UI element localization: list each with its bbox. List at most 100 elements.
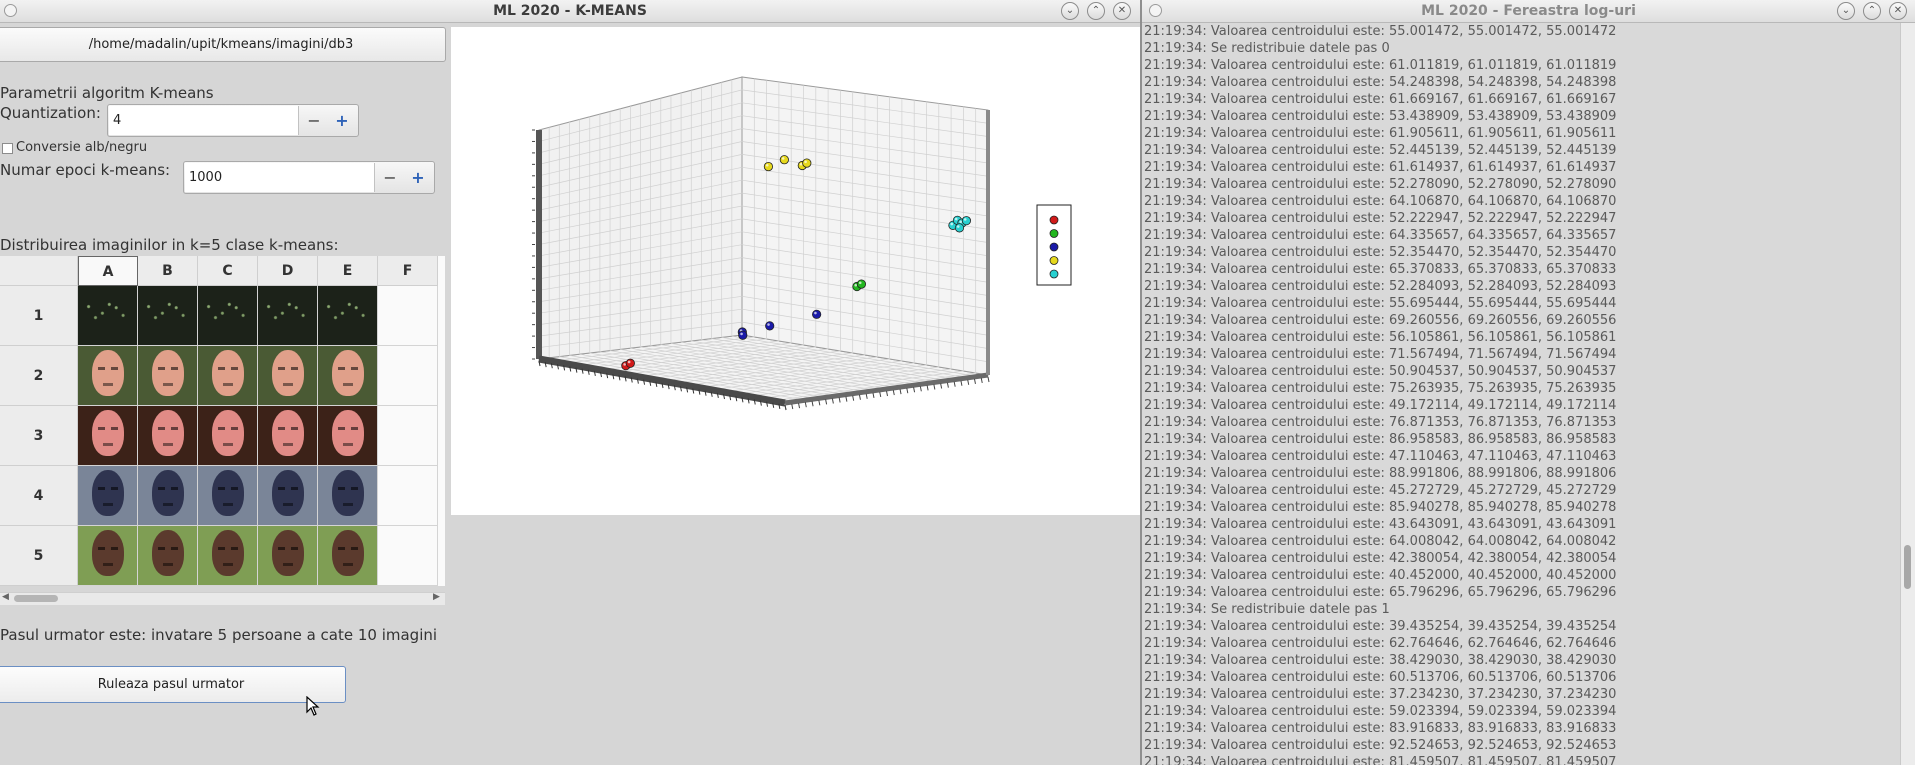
row-header-5[interactable]: 5: [0, 526, 78, 586]
table-cell[interactable]: [198, 466, 258, 526]
scroll-left-icon[interactable]: ◀: [2, 592, 9, 602]
log-vertical-scrollbar[interactable]: [1900, 23, 1915, 765]
maximize-icon[interactable]: ⌃: [1863, 2, 1881, 20]
table-cell[interactable]: [138, 286, 198, 346]
scrollbar-thumb[interactable]: [1904, 545, 1911, 589]
column-header-c[interactable]: C: [198, 256, 258, 286]
table-cell[interactable]: [318, 406, 378, 466]
cluster-image-thumbnail: [152, 530, 184, 576]
table-cell[interactable]: [258, 526, 318, 586]
table-cell[interactable]: [318, 286, 378, 346]
plus-icon[interactable]: +: [404, 162, 432, 193]
epochs-stepper[interactable]: 1000 − +: [183, 161, 435, 194]
table-cell[interactable]: [198, 526, 258, 586]
table-cell[interactable]: [78, 466, 138, 526]
axis-tick: [906, 388, 909, 394]
table-cell[interactable]: [378, 526, 438, 586]
log-line: 21:19:34: Valoarea centroidului este: 55…: [1144, 24, 1617, 39]
table-cell[interactable]: [318, 526, 378, 586]
table-cell[interactable]: [258, 406, 318, 466]
scrollbar-thumb[interactable]: [14, 595, 58, 602]
cluster-image-thumbnail: [212, 470, 244, 516]
table-cell[interactable]: [258, 346, 318, 406]
cluster-image-thumbnail: [272, 530, 304, 576]
path-button[interactable]: /home/madalin/upit/kmeans/imagini/db3: [0, 27, 446, 62]
data-point: [765, 321, 775, 331]
data-point: [802, 158, 812, 168]
column-header-b[interactable]: B: [138, 256, 198, 286]
scroll-right-icon[interactable]: ▶: [433, 592, 440, 602]
log-window: ML 2020 - Fereastra log-uri ⌄ ⌃ ✕ 21:19:…: [1142, 0, 1915, 765]
table-cell[interactable]: [198, 286, 258, 346]
column-header-e[interactable]: E: [318, 256, 378, 286]
cluster-image-thumbnail: [92, 470, 124, 516]
table-cell[interactable]: [258, 286, 318, 346]
row-header-4[interactable]: 4: [0, 466, 78, 526]
close-icon[interactable]: ✕: [1113, 2, 1131, 20]
axis-tick: [913, 387, 916, 393]
data-point-highlight: [954, 217, 958, 221]
data-point-highlight: [814, 311, 817, 315]
table-cell[interactable]: [258, 466, 318, 526]
table-cell[interactable]: [378, 406, 438, 466]
table-horizontal-scrollbar[interactable]: ◀ ▶: [0, 592, 445, 605]
axis-tick: [933, 384, 936, 390]
data-point-highlight: [959, 220, 963, 224]
table-cell[interactable]: [378, 286, 438, 346]
table-cell[interactable]: [318, 466, 378, 526]
column-header-f[interactable]: F: [378, 256, 438, 286]
log-line: 21:19:34: Valoarea centroidului este: 64…: [1144, 228, 1617, 243]
minimize-icon[interactable]: ⌄: [1837, 2, 1855, 20]
axis-tick: [967, 379, 970, 385]
table-cell[interactable]: [198, 406, 258, 466]
axis-tick: [804, 402, 807, 408]
quantization-input[interactable]: 4: [109, 106, 299, 135]
data-point: [763, 161, 774, 172]
close-icon[interactable]: ✕: [1889, 2, 1907, 20]
data-point-highlight: [767, 323, 770, 326]
maximize-icon[interactable]: ⌃: [1087, 2, 1105, 20]
plus-icon[interactable]: +: [328, 105, 356, 136]
column-header-a[interactable]: A: [78, 256, 138, 286]
table-cell[interactable]: [78, 406, 138, 466]
epochs-input[interactable]: 1000: [185, 163, 375, 192]
table-cell[interactable]: [318, 346, 378, 406]
right-titlebar[interactable]: ML 2020 - Fereastra log-uri ⌄ ⌃ ✕: [1142, 0, 1915, 23]
log-line: 21:19:34: Valoarea centroidului este: 42…: [1144, 551, 1617, 566]
row-header-2[interactable]: 2: [0, 346, 78, 406]
distribution-table[interactable]: ABCDEF 12345: [0, 256, 445, 586]
cluster-image-thumbnail: [212, 530, 244, 576]
table-cell[interactable]: [378, 466, 438, 526]
log-line: 21:19:34: Valoarea centroidului este: 61…: [1144, 126, 1617, 141]
table-cell[interactable]: [78, 286, 138, 346]
minus-icon[interactable]: −: [376, 162, 404, 193]
table-cell[interactable]: [378, 346, 438, 406]
axis-tick: [926, 385, 929, 391]
table-cell[interactable]: [78, 346, 138, 406]
table-cell[interactable]: [78, 526, 138, 586]
log-line: 21:19:34: Valoarea centroidului este: 75…: [1144, 381, 1617, 396]
table-cell[interactable]: [138, 526, 198, 586]
axis-tick: [852, 395, 855, 401]
axis-tick: [791, 403, 794, 410]
bw-checkbox[interactable]: [2, 143, 13, 154]
log-line: 21:19:34: Valoarea centroidului este: 61…: [1144, 160, 1617, 175]
minus-icon[interactable]: −: [300, 105, 328, 136]
run-next-step-button[interactable]: Ruleaza pasul urmator: [0, 666, 346, 703]
table-cell[interactable]: [198, 346, 258, 406]
quantization-stepper[interactable]: 4 − +: [107, 104, 359, 137]
log-line: 21:19:34: Valoarea centroidului este: 69…: [1144, 313, 1617, 328]
table-cell[interactable]: [138, 406, 198, 466]
minimize-icon[interactable]: ⌄: [1061, 2, 1079, 20]
table-cell[interactable]: [138, 346, 198, 406]
log-text-area[interactable]: 21:19:34: Valoarea centroidului este: 55…: [1142, 23, 1901, 765]
column-header-d[interactable]: D: [258, 256, 318, 286]
row-header-3[interactable]: 3: [0, 406, 78, 466]
row-header-1[interactable]: 1: [0, 286, 78, 346]
left-titlebar[interactable]: ML 2020 - K-MEANS ⌄ ⌃ ✕: [0, 0, 1140, 23]
kmeans-window: ML 2020 - K-MEANS ⌄ ⌃ ✕ /home/madalin/up…: [0, 0, 1140, 765]
cluster-image-thumbnail: [92, 350, 124, 396]
kmeans-3d-plot[interactable]: [451, 27, 1140, 515]
log-line: 21:19:34: Valoarea centroidului este: 52…: [1144, 245, 1617, 260]
table-cell[interactable]: [138, 466, 198, 526]
